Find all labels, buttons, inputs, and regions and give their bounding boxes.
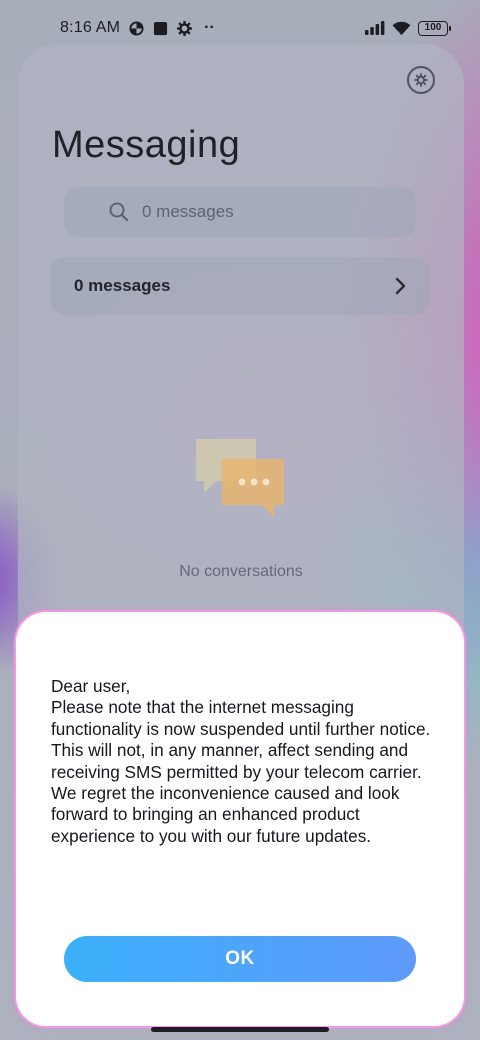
status-time: 8:16 AM (60, 19, 121, 36)
ok-button[interactable]: OK (64, 936, 416, 982)
more-notifications-icon: ·· (204, 19, 215, 36)
wifi-icon (392, 21, 411, 36)
battery-level: 100 (424, 21, 442, 33)
status-right: 100 (365, 20, 451, 36)
dialog-body-text: Please note that the internet messaging … (51, 697, 431, 846)
status-left: 8:16 AM ·· (60, 19, 215, 37)
empty-state-label: No conversations (179, 563, 303, 580)
square-notification-icon (152, 20, 168, 36)
battery-icon: 100 (418, 20, 451, 36)
settings-button[interactable] (407, 66, 435, 94)
dialog-message: Dear user, Please note that the internet… (51, 676, 431, 847)
dialog-greeting: Dear user, (51, 676, 131, 696)
settings-icon (414, 73, 428, 87)
search-input[interactable]: 0 messages (64, 187, 416, 237)
signal-icon (365, 21, 385, 35)
home-indicator[interactable] (151, 1027, 329, 1032)
search-placeholder: 0 messages (142, 202, 234, 221)
messages-summary-row[interactable]: 0 messages (50, 257, 430, 315)
notice-dialog: Dear user, Please note that the internet… (16, 612, 464, 1026)
data-saver-icon (128, 20, 144, 36)
page-title: Messaging (52, 124, 241, 166)
settings-gear-icon (176, 20, 192, 36)
messages-row-label: 0 messages (74, 276, 171, 295)
search-icon (108, 201, 130, 223)
chevron-right-icon (394, 276, 408, 296)
chat-bubbles-icon (194, 437, 290, 517)
